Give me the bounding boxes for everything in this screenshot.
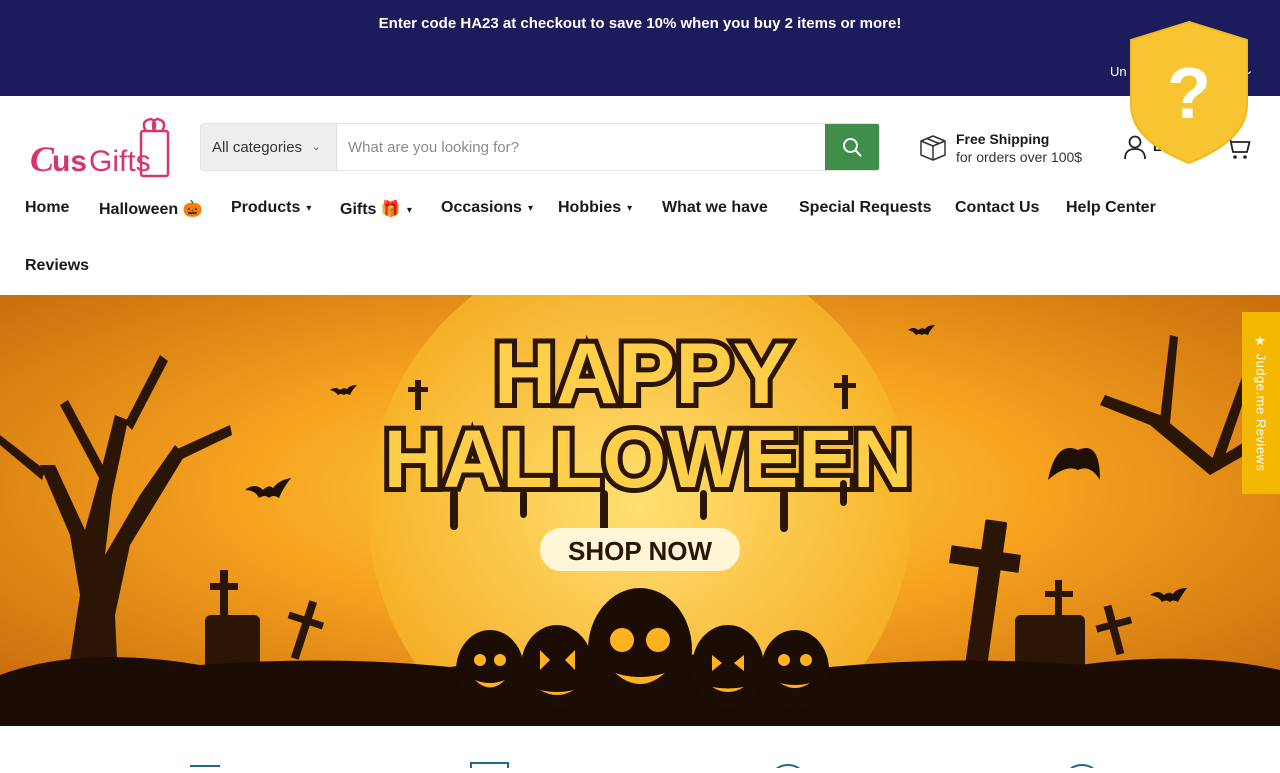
judgeme-reviews-label: ★ Judge.me Reviews	[1253, 334, 1269, 472]
nav-item-help-center[interactable]: Help Center	[1066, 199, 1156, 217]
main-navigation: Home Halloween 🎃 Products ▾ Gifts 🎁 ▾ Occa…	[0, 196, 1280, 295]
nav-item-reviews[interactable]: Reviews	[25, 257, 89, 275]
hero-title-line2: HALLOWEEN	[384, 414, 912, 505]
chevron-down-icon: ▾	[627, 203, 633, 214]
category-select[interactable]: All categories ⌄	[201, 124, 337, 170]
category-select-label: All categories	[212, 138, 303, 156]
judgeme-reviews-tab[interactable]: ★ Judge.me Reviews	[1242, 312, 1280, 494]
promo-message: Enter code HA23 at checkout to save 10% …	[378, 15, 902, 32]
chevron-down-icon: ▾	[406, 205, 412, 216]
chevron-down-icon: ▾	[527, 203, 533, 214]
search-input[interactable]	[337, 124, 825, 170]
search-bar: All categories ⌄	[200, 123, 880, 171]
nav-item-occasions[interactable]: Occasions ▾	[441, 199, 533, 217]
shipping-title: Free Shipping	[956, 131, 1050, 147]
feature-icon-2	[470, 762, 509, 773]
help-shield-icon[interactable]: ?	[1127, 20, 1251, 165]
nav-item-what-we-have[interactable]: What we have	[662, 199, 768, 217]
search-button[interactable]	[825, 124, 879, 170]
hero-illustration: HAPPY HAPPY HALLOWEEN HALLOWEEN SHOP NOW	[0, 295, 1280, 726]
halloween-hero-banner[interactable]: HAPPY HAPPY HALLOWEEN HALLOWEEN SHOP NOW	[0, 295, 1280, 726]
hero-title-line1: HAPPY	[494, 326, 790, 422]
svg-text:?: ?	[1167, 54, 1211, 134]
locale-selector-label[interactable]: Un	[1110, 64, 1127, 79]
nav-item-hobbies[interactable]: Hobbies ▾	[558, 199, 632, 217]
nav-item-contact-us[interactable]: Contact Us	[955, 199, 1039, 217]
cusgifts-logo[interactable]: C us Gifts	[30, 116, 175, 180]
announcement-bar: Enter code HA23 at checkout to save 10% …	[0, 0, 1280, 96]
package-box-icon	[920, 135, 946, 161]
svg-text:Gifts: Gifts	[89, 145, 151, 178]
nav-item-gifts[interactable]: Gifts 🎁 ▾	[340, 199, 412, 219]
search-icon	[843, 138, 862, 157]
svg-text:us: us	[52, 145, 87, 178]
shop-now-label: SHOP NOW	[568, 536, 712, 566]
shop-now-button[interactable]: SHOP NOW	[540, 528, 740, 571]
nav-item-special-requests[interactable]: Special Requests	[799, 199, 932, 217]
nav-item-halloween[interactable]: Halloween 🎃	[99, 199, 203, 219]
nav-item-home[interactable]: Home	[25, 199, 69, 217]
feature-icons-row	[0, 726, 1280, 773]
nav-item-products[interactable]: Products ▾	[231, 199, 311, 217]
shipping-subtitle: for orders over 100$	[956, 149, 1083, 165]
site-header: C us Gifts All categories ⌄ Free Shipp	[0, 96, 1280, 196]
free-shipping-info: Free Shipping for orders over 100$	[918, 130, 1082, 166]
chevron-down-icon: ⌄	[312, 141, 321, 153]
chevron-down-icon: ▾	[306, 203, 312, 214]
